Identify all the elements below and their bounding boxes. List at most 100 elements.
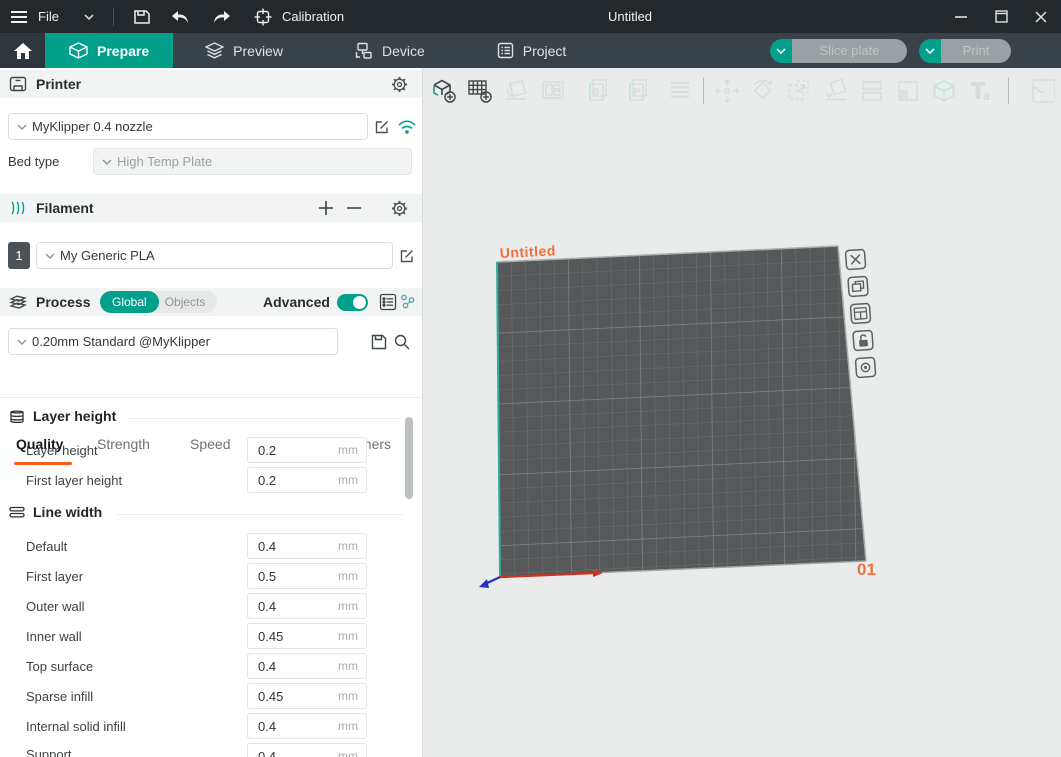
close-button[interactable] <box>1021 0 1061 33</box>
lock-plate-button[interactable] <box>853 330 873 350</box>
save-icon[interactable] <box>132 8 152 26</box>
minimize-button[interactable] <box>941 0 981 33</box>
slice-plate-label[interactable]: Slice plate <box>792 39 907 63</box>
advanced-toggle[interactable] <box>337 294 368 311</box>
filament-preset-value: My Generic PLA <box>60 248 155 263</box>
param-label: Default <box>26 539 67 554</box>
param-value[interactable]: 0.4 <box>248 749 338 757</box>
process-section-header: Process Global Objects Advanced <box>0 288 422 316</box>
tab-device-label: Device <box>382 43 425 59</box>
printer-icon <box>9 76 27 92</box>
line-width-title-text: Line width <box>33 504 102 520</box>
scope-objects-button[interactable]: Objects <box>159 291 218 313</box>
param-input-layer-height[interactable]: 0.2 mm <box>247 437 367 463</box>
param-value[interactable]: 0.45 <box>248 689 338 704</box>
tab-strength[interactable]: Strength <box>97 436 150 452</box>
add-filament-icon[interactable] <box>319 201 333 215</box>
search-parameter-icon[interactable] <box>393 333 411 351</box>
filament-slot-badge[interactable]: 1 <box>8 242 30 269</box>
printer-settings-gear-icon[interactable] <box>391 76 408 93</box>
sidebar-scrollbar[interactable] <box>405 417 413 499</box>
process-icon <box>9 294 27 310</box>
slice-plate-button[interactable]: Slice plate <box>770 39 907 63</box>
tab-prepare-label: Prepare <box>97 43 149 59</box>
param-value[interactable]: 0.45 <box>248 629 338 644</box>
maximize-button[interactable] <box>981 0 1021 33</box>
param-input-internal-solid-infill[interactable]: 0.4mm <box>247 713 367 739</box>
process-preset-select[interactable]: 0.20mm Standard @MyKlipper <box>8 328 338 355</box>
delete-plate-button[interactable] <box>845 249 865 269</box>
param-input-first-layer-height[interactable]: 0.2 mm <box>247 467 367 493</box>
bed-type-label: Bed type <box>8 154 59 169</box>
process-preset-value: 0.20mm Standard @MyKlipper <box>32 334 210 349</box>
slice-options-chevron-icon[interactable] <box>770 39 792 63</box>
process-section-title: Process <box>36 294 90 310</box>
print-options-chevron-icon[interactable] <box>919 39 941 63</box>
param-value[interactable]: 0.4 <box>248 719 338 734</box>
edit-filament-icon[interactable] <box>398 247 416 265</box>
tab-device[interactable]: Device <box>331 33 449 68</box>
filament-settings-gear-icon[interactable] <box>391 200 408 217</box>
param-label: Layer height <box>26 443 98 458</box>
home-button[interactable] <box>0 33 45 68</box>
param-label: Inner wall <box>26 629 82 644</box>
edit-printer-icon[interactable] <box>373 118 391 136</box>
home-icon <box>13 42 33 60</box>
print-label[interactable]: Print <box>941 39 1011 63</box>
device-icon <box>355 42 373 59</box>
tab-preview[interactable]: Preview <box>181 33 307 68</box>
param-input-default[interactable]: 0.4mm <box>247 533 367 559</box>
calibration-label[interactable]: Calibration <box>282 9 344 24</box>
section-rule <box>128 418 402 419</box>
plate-number-label: 01 <box>857 560 876 579</box>
remove-filament-icon[interactable] <box>347 201 361 215</box>
param-value[interactable]: 0.2 <box>248 443 338 458</box>
param-input-first-layer[interactable]: 0.5mm <box>247 563 367 589</box>
redo-icon[interactable] <box>210 9 232 25</box>
tab-speed[interactable]: Speed <box>190 436 230 452</box>
viewport-3d[interactable]: AUTO 0 P <box>423 68 1061 757</box>
plate-name-label[interactable]: Untitled <box>499 242 556 261</box>
param-value[interactable]: 0.2 <box>248 473 338 488</box>
parameter-list-icon[interactable] <box>379 293 397 311</box>
bed-type-select[interactable]: High Temp Plate <box>93 148 412 175</box>
param-input-top-surface[interactable]: 0.4mm <box>247 653 367 679</box>
param-input-support[interactable]: 0.4mm <box>247 743 367 757</box>
param-value[interactable]: 0.4 <box>248 599 338 614</box>
save-preset-icon[interactable] <box>370 333 388 351</box>
param-label: Outer wall <box>26 599 85 614</box>
param-unit: mm <box>338 719 366 733</box>
hamburger-menu-icon[interactable] <box>10 10 28 24</box>
param-value[interactable]: 0.4 <box>248 539 338 554</box>
prepare-icon <box>69 42 88 59</box>
tabs-divider <box>0 397 422 398</box>
param-value[interactable]: 0.5 <box>248 569 338 584</box>
undo-icon[interactable] <box>170 9 192 25</box>
file-menu-chevron-icon[interactable] <box>83 13 95 21</box>
file-menu[interactable]: File <box>38 9 59 24</box>
param-unit: mm <box>338 749 366 757</box>
tab-project[interactable]: Project <box>473 33 591 68</box>
filament-icon <box>9 200 27 216</box>
param-input-outer-wall[interactable]: 0.4mm <box>247 593 367 619</box>
arrange-plate-button[interactable] <box>848 276 868 296</box>
compare-presets-icon[interactable] <box>399 293 417 311</box>
calibration-icon[interactable] <box>254 8 272 26</box>
scope-global-button[interactable]: Global <box>100 291 159 313</box>
param-input-sparse-infill[interactable]: 0.45mm <box>247 683 367 709</box>
print-button[interactable]: Print <box>919 39 1011 63</box>
layer-height-icon <box>8 409 26 424</box>
tab-prepare[interactable]: Prepare <box>45 33 173 68</box>
param-value[interactable]: 0.4 <box>248 659 338 674</box>
build-plate-scene[interactable]: Untitled 01 <box>423 68 1061 757</box>
wifi-icon[interactable] <box>397 119 417 135</box>
filament-preset-select[interactable]: My Generic PLA <box>36 242 393 269</box>
project-icon <box>497 42 514 59</box>
param-unit: mm <box>338 539 366 553</box>
plate-settings-button[interactable] <box>855 357 875 377</box>
printer-preset-select[interactable]: MyKlipper 0.4 nozzle <box>8 113 368 140</box>
plate-layout-button[interactable] <box>850 303 870 323</box>
printer-section-header: Printer <box>0 70 422 98</box>
bed-type-value: High Temp Plate <box>117 154 212 169</box>
param-input-inner-wall[interactable]: 0.45mm <box>247 623 367 649</box>
